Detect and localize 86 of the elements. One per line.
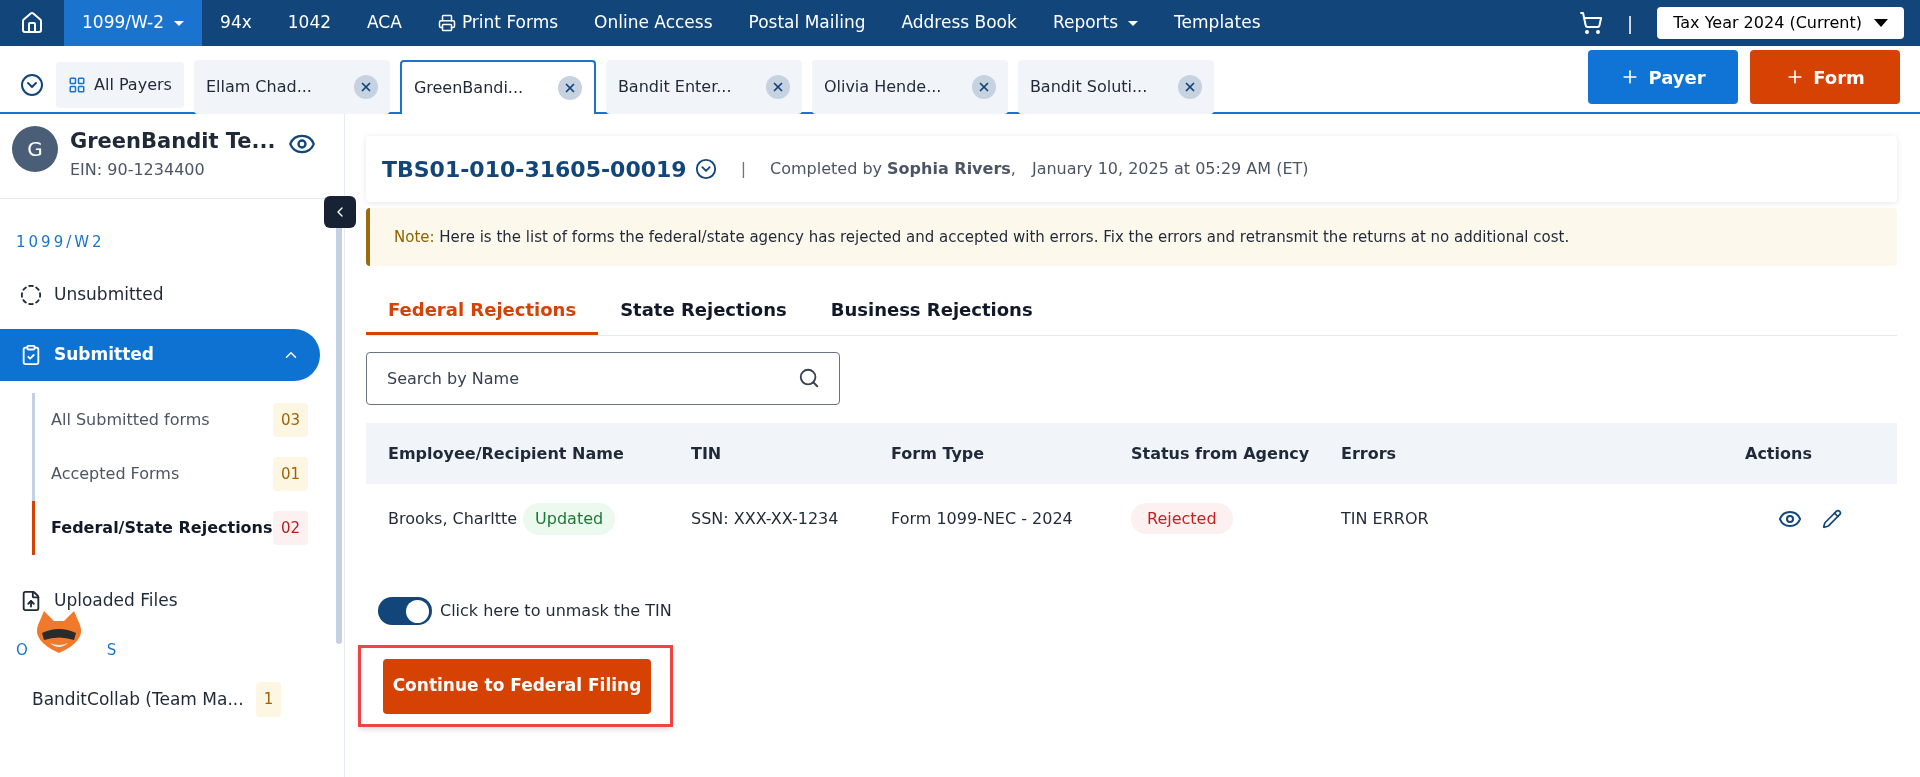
rejection-tab[interactable]: State Rejections xyxy=(598,286,809,335)
nav-separator: | xyxy=(1627,11,1634,36)
column-header: Status from Agency xyxy=(1131,442,1311,465)
table-cell-text: SSN: XXX-XX-1234 xyxy=(691,507,840,530)
nav-menu-item[interactable]: Print Forms xyxy=(419,0,577,46)
section-heading: S xyxy=(106,640,120,661)
dropdown-icon[interactable] xyxy=(20,73,44,97)
caret-icon xyxy=(1128,20,1139,26)
payer-tab[interactable]: GreenBandi... xyxy=(399,60,596,114)
sidebar-subitem[interactable]: All Submitted forms 03 xyxy=(32,393,312,447)
sidebar-item[interactable]: Unsubmitted xyxy=(0,269,320,321)
close-icon[interactable] xyxy=(557,76,582,100)
avatar: G xyxy=(12,126,58,172)
header-separator: | xyxy=(740,158,747,180)
home-icon xyxy=(20,11,44,35)
payer-tab[interactable]: Ellam Chad... xyxy=(193,60,390,114)
sidebar-item[interactable]: BanditCollab (Team Ma... 1 xyxy=(0,673,300,726)
count-badge: 1 xyxy=(255,682,282,717)
nav-menu-item[interactable]: Templates xyxy=(1156,0,1279,46)
nav-menu-item[interactable]: 94x xyxy=(202,0,270,46)
section-heading: 1099/W2 xyxy=(15,231,106,253)
updated-tag: Updated xyxy=(523,502,616,535)
nav-menu-item[interactable]: Reports xyxy=(1034,0,1157,46)
grid-icon xyxy=(68,76,86,94)
nav-menu-item[interactable]: ACA xyxy=(349,0,420,46)
payer-tab-label: Olivia Hende... xyxy=(823,76,942,98)
submission-id: TBS01-010-31605-00019 xyxy=(382,155,687,184)
count-badge: 03 xyxy=(272,402,308,438)
payer-ein: EIN: 90-1234400 xyxy=(70,158,206,181)
caret-icon xyxy=(1874,19,1888,27)
payer-tab-label: Bandit Enter... xyxy=(617,76,732,98)
clipboard-check-icon xyxy=(20,344,42,366)
tax-year-dropdown[interactable]: Tax Year 2024 (Current) xyxy=(1657,7,1904,39)
column-header: Form Type xyxy=(891,442,986,465)
close-icon[interactable] xyxy=(971,75,996,99)
sidebar-item[interactable]: Uploaded Files xyxy=(0,575,320,627)
column-header: Employee/Recipient Name xyxy=(388,442,625,465)
payer-name: GreenBandit Te... xyxy=(70,128,276,155)
cart-icon[interactable] xyxy=(1579,11,1604,35)
payer-tab-label: Ellam Chad... xyxy=(205,76,312,98)
sidebar-item[interactable]: Submitted xyxy=(0,329,320,381)
edit-icon[interactable] xyxy=(1822,508,1842,529)
rejection-tab[interactable]: Business Rejections xyxy=(808,286,1055,335)
nav-menu-item[interactable]: 1042 xyxy=(269,0,350,46)
column-header: Errors xyxy=(1341,442,1398,465)
payer-tab-label: GreenBandi... xyxy=(413,77,524,99)
caret-icon xyxy=(174,20,185,26)
pending-icon xyxy=(20,284,42,306)
rejection-tab[interactable]: Federal Rejections xyxy=(366,286,599,335)
toggle-label: Click here to unmask the TIN xyxy=(440,600,672,622)
dropdown-icon[interactable] xyxy=(694,158,717,180)
continue-button[interactable]: Continue to Federal Filing xyxy=(383,658,651,714)
count-badge: 01 xyxy=(272,456,308,492)
search-field[interactable]: Search by Name xyxy=(366,352,840,405)
nav-menu-item[interactable]: Postal Mailing xyxy=(730,0,884,46)
add-button[interactable]: Form xyxy=(1750,50,1900,104)
status-tag: Rejected xyxy=(1131,502,1233,534)
close-icon[interactable] xyxy=(1177,75,1202,99)
nav-menu-item[interactable]: 1099/W-2 xyxy=(64,0,203,46)
file-upload-icon xyxy=(20,590,42,612)
table-cell-text: Brooks, Charltte xyxy=(388,507,518,530)
table-cell-text: TIN ERROR xyxy=(1341,507,1430,530)
note-text: Note: Here is the list of forms the federal/state agency has rejected and accepted with errors. Fix the errors and retransmit the returns at no additional cost. xyxy=(394,226,1570,248)
close-icon[interactable] xyxy=(765,75,790,99)
sidebar-subitem[interactable]: Federal/State Rejections 02 xyxy=(32,501,312,555)
payer-tab-label: Bandit Soluti... xyxy=(1029,76,1148,98)
completed-date: January 10, 2025 at 05:29 AM (ET) xyxy=(1031,158,1309,180)
payer-tab[interactable]: Bandit Enter... xyxy=(605,60,802,114)
nav-menu-item[interactable]: Address Book xyxy=(883,0,1035,46)
unmask-toggle[interactable] xyxy=(378,597,432,625)
nav-menu-item[interactable]: Online Access xyxy=(576,0,731,46)
collapse-sidebar-button[interactable] xyxy=(324,196,356,228)
printer-icon xyxy=(437,14,456,32)
completed-by: Completed by Sophia Rivers, xyxy=(770,158,1016,180)
table-cell-text: Form 1099-NEC - 2024 xyxy=(891,507,1074,530)
payer-tab[interactable]: Bandit Soluti... xyxy=(1017,60,1214,114)
payer-tab[interactable]: Olivia Hende... xyxy=(811,60,1008,114)
add-button[interactable]: Payer xyxy=(1588,50,1738,104)
column-header: TIN xyxy=(691,442,723,465)
search-icon xyxy=(798,367,820,389)
all-payers-button[interactable]: All Payers xyxy=(56,62,184,108)
section-heading: O xyxy=(16,640,31,661)
column-header: Actions xyxy=(1745,442,1813,465)
close-icon[interactable] xyxy=(353,75,378,99)
count-badge: 02 xyxy=(272,510,308,546)
sidebar-subitem[interactable]: Accepted Forms 01 xyxy=(32,447,312,501)
